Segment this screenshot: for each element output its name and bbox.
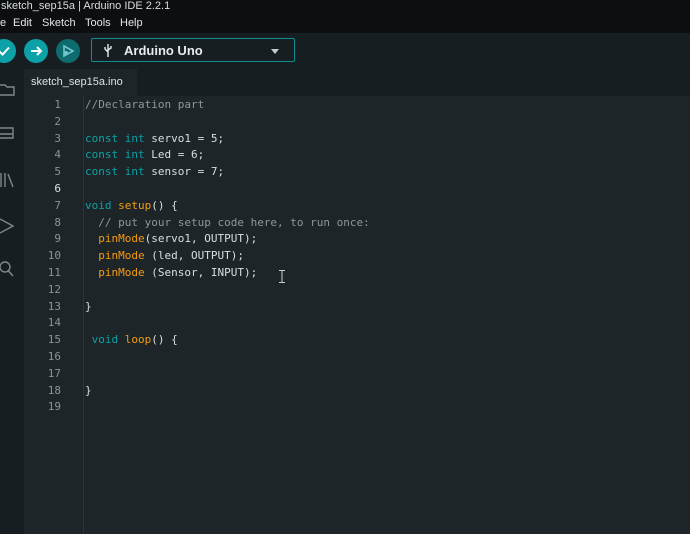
code-line: 17 (24, 365, 690, 382)
window-title: sketch_sep15a | Arduino IDE 2.2.1 (0, 0, 690, 14)
line-number: 19 (47, 400, 61, 414)
usb-icon (104, 44, 112, 57)
code-text: // put your setup code here, to run once… (98, 215, 370, 229)
code-line: 9 pinMode(servo1, OUTPUT); (24, 230, 690, 247)
tab-label: sketch_sep15a.ino (31, 76, 123, 88)
line-number: 5 (54, 165, 61, 179)
code-text: } (85, 299, 92, 313)
code-line: 11 pinMode (Sensor, INPUT); (24, 264, 690, 281)
code-text: pinMode (led, OUTPUT); (98, 249, 244, 263)
menu-item-help[interactable]: Help (120, 17, 143, 29)
code-line: 2 (24, 113, 690, 130)
search-icon[interactable] (0, 261, 16, 279)
code-line: 8 // put your setup code here, to run on… (24, 214, 690, 231)
code-line: 13} (24, 298, 690, 315)
menu-item-edit[interactable]: Edit (13, 17, 32, 29)
line-number: 9 (54, 232, 61, 246)
code-line: 5 const int sensor = 7; (24, 163, 690, 180)
line-number: 7 (54, 198, 61, 212)
code-line: 7 void setup() { (24, 197, 690, 214)
code-line: 12 (24, 281, 690, 298)
toolbar: Arduino Uno (0, 33, 690, 69)
code-line: 6 (24, 180, 690, 197)
library-icon[interactable] (0, 171, 16, 189)
board-selector[interactable]: Arduino Uno (91, 38, 295, 62)
code-text: pinMode(servo1, OUTPUT); (98, 232, 258, 246)
code-line: 16 (24, 348, 690, 365)
code-line: 15 void loop() { (24, 331, 690, 348)
menu-bar: e Edit Sketch Tools Help (0, 14, 690, 33)
code-line: 19 (24, 398, 690, 415)
code-line: 10 pinMode (led, OUTPUT); (24, 247, 690, 264)
code-text: const int Led = 6; (85, 148, 205, 162)
code-text: void loop() { (91, 333, 178, 347)
verify-button[interactable] (0, 39, 16, 63)
text-cursor-icon (279, 270, 285, 283)
line-number: 6 (54, 182, 61, 195)
line-number: 15 (47, 333, 61, 347)
line-number: 1 (54, 98, 61, 111)
upload-button[interactable] (24, 39, 48, 63)
line-number: 3 (54, 131, 61, 145)
line-number: 12 (47, 282, 61, 296)
arrow-right-icon (31, 46, 43, 56)
code-line: 14 (24, 314, 690, 331)
code-line: 18} (24, 382, 690, 399)
sidebar (0, 69, 24, 534)
code-line: 3 const int servo1 = 5; (24, 130, 690, 147)
tab-bar: sketch_sep15a.ino (24, 69, 690, 96)
line-number: 17 (47, 366, 61, 380)
code-editor[interactable]: 1 //Declaration part 2 3 const int servo1 = … (24, 96, 690, 534)
debug-button[interactable] (56, 39, 80, 63)
line-number: 10 (47, 249, 61, 263)
folder-icon[interactable] (0, 81, 16, 97)
line-number: 8 (54, 215, 61, 229)
menu-item-file[interactable]: e (0, 17, 6, 29)
board-name: Arduino Uno (124, 43, 203, 58)
line-number: 14 (47, 316, 61, 330)
code-line: 4 const int Led = 6; (24, 146, 690, 163)
code-text: } (85, 383, 92, 397)
line-number: 16 (47, 350, 61, 363)
line-number: 11 (47, 266, 61, 279)
tab-sketch-file[interactable]: sketch_sep15a.ino (24, 69, 137, 96)
debug-panel-icon[interactable] (0, 217, 16, 235)
line-number: 2 (54, 114, 61, 128)
line-number: 13 (47, 299, 61, 313)
code-text: //Declaration part (85, 98, 205, 111)
line-number: 4 (54, 148, 61, 162)
board-manager-icon[interactable] (0, 125, 16, 141)
code-text: const int sensor = 7; (85, 165, 225, 179)
code-text: pinMode (Sensor, INPUT); (98, 266, 258, 279)
code-text: void setup() { (85, 198, 178, 212)
code-text: const int servo1 = 5; (85, 131, 225, 145)
menu-item-tools[interactable]: Tools (85, 17, 111, 29)
code-line: 1 //Declaration part (24, 96, 690, 113)
chevron-down-icon (271, 49, 279, 54)
menu-item-sketch[interactable]: Sketch (42, 17, 76, 29)
check-icon (0, 46, 10, 56)
line-number: 18 (47, 383, 61, 397)
debug-icon (63, 44, 75, 58)
